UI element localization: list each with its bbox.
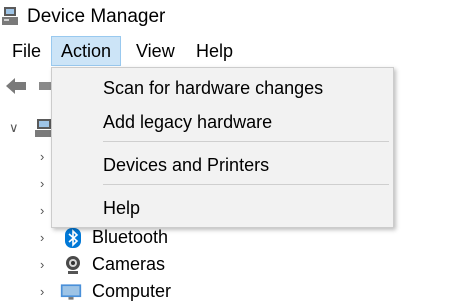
- menu-file[interactable]: File: [3, 36, 50, 66]
- tree-row-bluetooth[interactable]: › Bluetooth: [0, 224, 457, 251]
- computer-icon: [60, 284, 82, 300]
- menu-item-scan-hardware[interactable]: Scan for hardware changes: [52, 73, 393, 103]
- menu-item-add-legacy-hardware[interactable]: Add legacy hardware: [52, 107, 393, 137]
- expand-chevron-icon[interactable]: ›: [40, 143, 44, 170]
- action-menu-dropdown: Scan for hardware changes Add legacy har…: [51, 67, 394, 228]
- tree-node-label: Cameras: [92, 254, 166, 274]
- expand-chevron-icon[interactable]: ›: [40, 170, 44, 197]
- tree-node-label: Bluetooth: [92, 227, 169, 247]
- tree-row-computer[interactable]: › Computer: [0, 278, 457, 305]
- menu-help[interactable]: Help: [187, 36, 242, 66]
- title-bar: Device Manager: [0, 0, 457, 36]
- menu-item-help[interactable]: Help: [52, 193, 393, 223]
- menu-item-devices-and-printers[interactable]: Devices and Printers: [52, 150, 393, 180]
- back-arrow-icon[interactable]: [4, 76, 28, 96]
- bluetooth-icon: [65, 228, 81, 248]
- window-title: Device Manager: [27, 6, 166, 27]
- device-manager-icon: [2, 7, 18, 25]
- camera-icon: [66, 256, 80, 274]
- expand-chevron-icon[interactable]: ›: [40, 224, 44, 251]
- menu-action[interactable]: Action: [51, 36, 122, 66]
- expand-chevron-icon[interactable]: ›: [40, 278, 44, 305]
- menu-separator: [103, 184, 389, 185]
- tree-row-cameras[interactable]: › Cameras: [0, 251, 457, 278]
- menu-view[interactable]: View: [127, 36, 184, 66]
- menu-bar: File Action View Help: [0, 36, 457, 66]
- collapse-chevron-icon[interactable]: ∨: [9, 114, 19, 141]
- tree-node-label: Computer: [92, 281, 172, 301]
- expand-chevron-icon[interactable]: ›: [40, 197, 44, 224]
- menu-separator: [103, 141, 389, 142]
- expand-chevron-icon[interactable]: ›: [40, 251, 44, 278]
